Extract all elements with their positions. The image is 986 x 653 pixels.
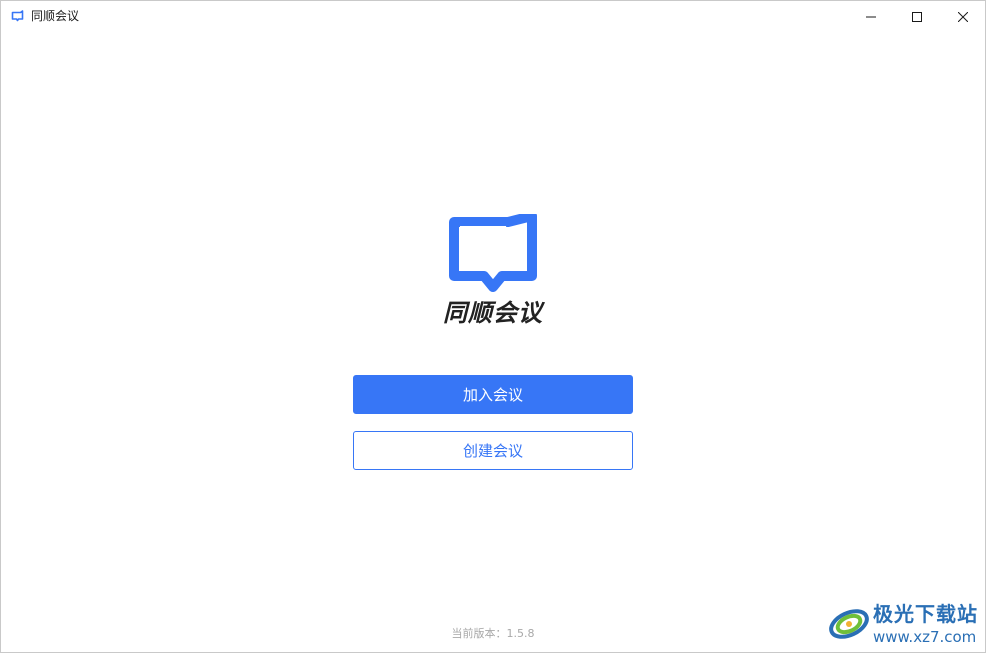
watermark-logo-icon <box>829 609 869 639</box>
close-icon <box>958 11 968 22</box>
maximize-icon <box>912 11 922 22</box>
title-bar[interactable]: 同顺会议 <box>1 1 985 32</box>
minimize-icon <box>866 16 876 17</box>
brand-name: 同顺会议 <box>443 299 543 327</box>
close-button[interactable] <box>940 1 985 32</box>
minimize-button[interactable] <box>848 1 894 32</box>
create-meeting-button[interactable]: 创建会议 <box>353 431 633 470</box>
app-window: 同顺会议 同顺会议 加入会议 创建会议 当前版本：1.5.8 极光下载站 www… <box>0 0 986 653</box>
app-icon <box>11 10 24 22</box>
watermark-url: www.xz7.com <box>873 628 977 646</box>
maximize-button[interactable] <box>894 1 940 32</box>
window-title: 同顺会议 <box>31 9 80 23</box>
version-text: 当前版本：1.5.8 <box>451 627 535 640</box>
video-chat-bubble-icon <box>449 214 537 292</box>
watermark: 极光下载站 www.xz7.com <box>827 602 983 648</box>
watermark-title: 极光下载站 <box>873 602 978 626</box>
join-meeting-button[interactable]: 加入会议 <box>353 375 633 414</box>
